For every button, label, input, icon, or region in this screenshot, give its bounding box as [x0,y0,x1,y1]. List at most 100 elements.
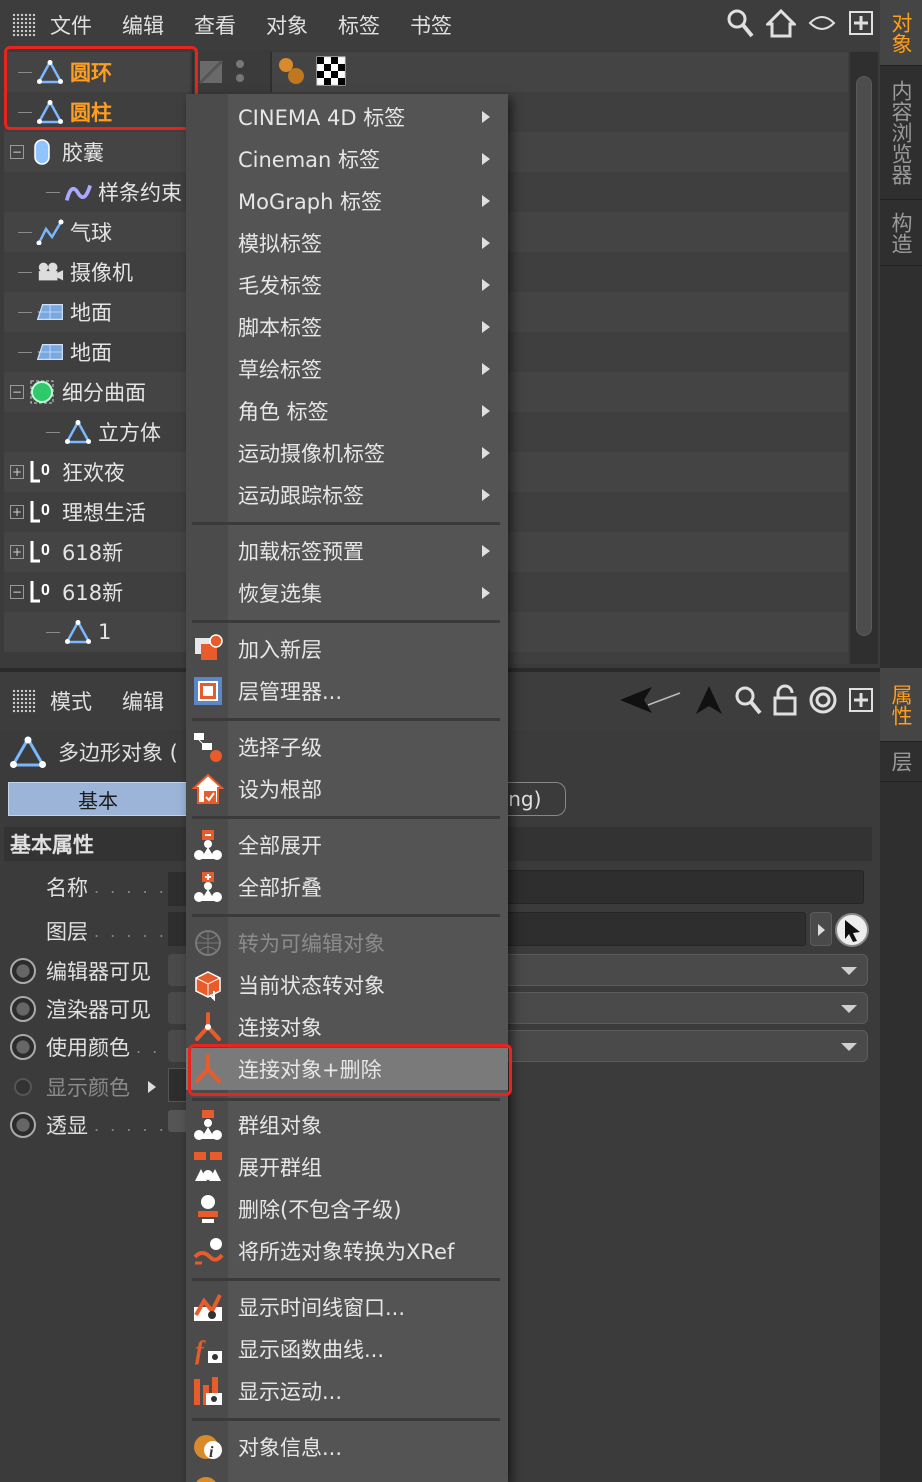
layer-field[interactable] [500,912,806,946]
menu-mode[interactable]: 模式 [50,686,92,716]
menu-item-set-as-root[interactable]: 设为根部 [186,768,508,810]
prop-use-color[interactable]: 使用颜色 . . [10,1032,160,1062]
collapse-toggle[interactable]: − [10,145,24,159]
prop-renderer-visible[interactable]: 渲染器可见 [10,994,151,1024]
use-color-dropdown[interactable] [500,1030,868,1062]
texture-tag-icon[interactable] [316,56,346,86]
menu-item-object-info[interactable]: i 对象信息... [186,1426,508,1468]
tree-item-carnival[interactable]: + 0 狂欢夜 [4,452,190,492]
grip-icon[interactable] [12,13,36,37]
menu-item-hair-tags[interactable]: 毛发标签 [186,264,508,306]
menu-item-cineman-tags[interactable]: Cineman 标签 [186,138,508,180]
menu-edit[interactable]: 编辑 [122,10,164,40]
tree-item-camera[interactable]: 摄像机 [4,252,190,292]
tree-item-balloon[interactable]: 气球 [4,212,190,252]
column-separator[interactable] [270,52,272,92]
tab-content-browser[interactable]: 内容浏览器 [880,66,922,200]
grip-icon[interactable] [12,689,36,713]
tab-attributes[interactable]: 属性 [880,668,922,742]
animation-radio[interactable] [10,1112,36,1138]
menu-item-delete-without-children[interactable]: 删除(不包含子级) [186,1188,508,1230]
menu-item-simulation-tags[interactable]: 模拟标签 [186,222,508,264]
tab-basic[interactable]: 基本 [8,782,188,816]
tree-item-capsule[interactable]: − 胶囊 [4,132,190,172]
menu-item-restore-selection[interactable]: 恢复选集 [186,572,508,614]
menu-file[interactable]: 文件 [50,10,92,40]
tree-item-subdivision[interactable]: − 细分曲面 [4,372,190,412]
menu-item-current-state-to-object[interactable]: 当前状态转对象 [186,964,508,1006]
target-icon[interactable] [808,685,838,715]
animation-radio[interactable] [10,1034,36,1060]
prop-editor-visible[interactable]: 编辑器可见 [10,956,151,986]
menu-item-character-tags[interactable]: 角色 标签 [186,390,508,432]
expand-arrow-icon[interactable] [148,1081,156,1093]
expand-toggle[interactable]: + [10,465,24,479]
animation-radio[interactable] [10,958,36,984]
tree-item-1[interactable]: 1 [4,612,190,652]
editor-visible-dropdown[interactable] [500,954,868,986]
tab-layers[interactable]: 层 [880,742,922,782]
menu-item-connect-objects[interactable]: 连接对象 [186,1006,508,1048]
menu-item-layer-manager[interactable]: 层管理器... [186,670,508,712]
menu-item-group-objects[interactable]: 群组对象 [186,1104,508,1146]
tree-item-floor-2[interactable]: 地面 [4,332,190,372]
collapse-toggle[interactable]: − [10,385,24,399]
menu-item-motion-tracking-tags[interactable]: 运动跟踪标签 [186,474,508,516]
new-window-icon[interactable] [848,10,874,36]
material-tag-icon[interactable] [276,56,306,86]
back-arrow-icon[interactable] [618,685,684,715]
menu-bookmarks[interactable]: 书签 [410,10,452,40]
tree-item-cube[interactable]: 立方体 [4,412,190,452]
prop-layer: 图层 . . . . . [46,916,167,946]
menu-item-expand-all[interactable]: 全部展开 [186,824,508,866]
menu-item-script-tags[interactable]: 脚本标签 [186,306,508,348]
lock-icon[interactable] [772,684,798,716]
menu-view[interactable]: 查看 [194,10,236,40]
search-icon[interactable] [726,8,754,38]
menu-item-show-timeline[interactable]: 显示时间线窗口... [186,1286,508,1328]
new-window-icon[interactable] [848,687,874,713]
menu-tags[interactable]: 标签 [338,10,380,40]
menu-item-add-new-layer[interactable]: 加入新层 [186,628,508,670]
menu-item-show-function-curves[interactable]: f 显示函数曲线... [186,1328,508,1370]
tree-item-ideal-life[interactable]: + 0 理想生活 [4,492,190,532]
tree-item-spline-constraint[interactable]: 样条约束 [4,172,190,212]
menu-item-show-motion[interactable]: 显示运动... [186,1370,508,1412]
up-arrow-icon[interactable] [694,684,724,716]
x-ray-checkbox[interactable] [168,1110,188,1132]
menu-item-motion-camera-tags[interactable]: 运动摄像机标签 [186,432,508,474]
tree-item-618-b[interactable]: − 0 618新 [4,572,190,612]
menu-item-mograph-tags[interactable]: MoGraph 标签 [186,180,508,222]
tab-structure[interactable]: 构造 [880,200,922,266]
renderer-visible-dropdown[interactable] [500,992,868,1024]
menu-item-ungroup[interactable]: 展开群组 [186,1146,508,1188]
collapse-toggle[interactable]: − [10,585,24,599]
svg-text:0: 0 [41,582,50,599]
color-swatch[interactable] [168,1068,188,1102]
scrollbar-thumb[interactable] [856,76,872,636]
name-field[interactable] [500,870,864,904]
tree-item-618-a[interactable]: + 0 618新 [4,532,190,572]
pick-object-icon[interactable] [834,912,870,948]
search-icon[interactable] [734,685,762,715]
menu-item-sketch-tags[interactable]: 草绘标签 [186,348,508,390]
menu-edit[interactable]: 编辑 [122,686,164,716]
connect-icon [192,1011,224,1043]
tab-objects[interactable]: 对象 [880,0,922,66]
layer-menu-button[interactable] [810,912,832,946]
tree-item-floor-1[interactable]: 地面 [4,292,190,332]
home-icon[interactable] [766,8,796,38]
visibility-column[interactable] [196,56,266,90]
menu-item-collapse-all[interactable]: 全部折叠 [186,866,508,908]
eye-icon[interactable] [808,13,836,33]
animation-radio[interactable] [10,996,36,1022]
menu-object[interactable]: 对象 [266,10,308,40]
menu-item-cinema4d-tags[interactable]: CINEMA 4D 标签 [186,96,508,138]
expand-toggle[interactable]: + [10,545,24,559]
prop-x-ray[interactable]: 透显 . . . . . [10,1110,167,1140]
menu-item-select-children[interactable]: 选择子级 [186,726,508,768]
menu-item-convert-to-xref[interactable]: 将所选对象转换为XRef [186,1230,508,1272]
expand-toggle[interactable]: + [10,505,24,519]
menu-item-load-tag-preset[interactable]: 加载标签预置 [186,530,508,572]
object-manager-scrollbar[interactable] [850,52,878,664]
